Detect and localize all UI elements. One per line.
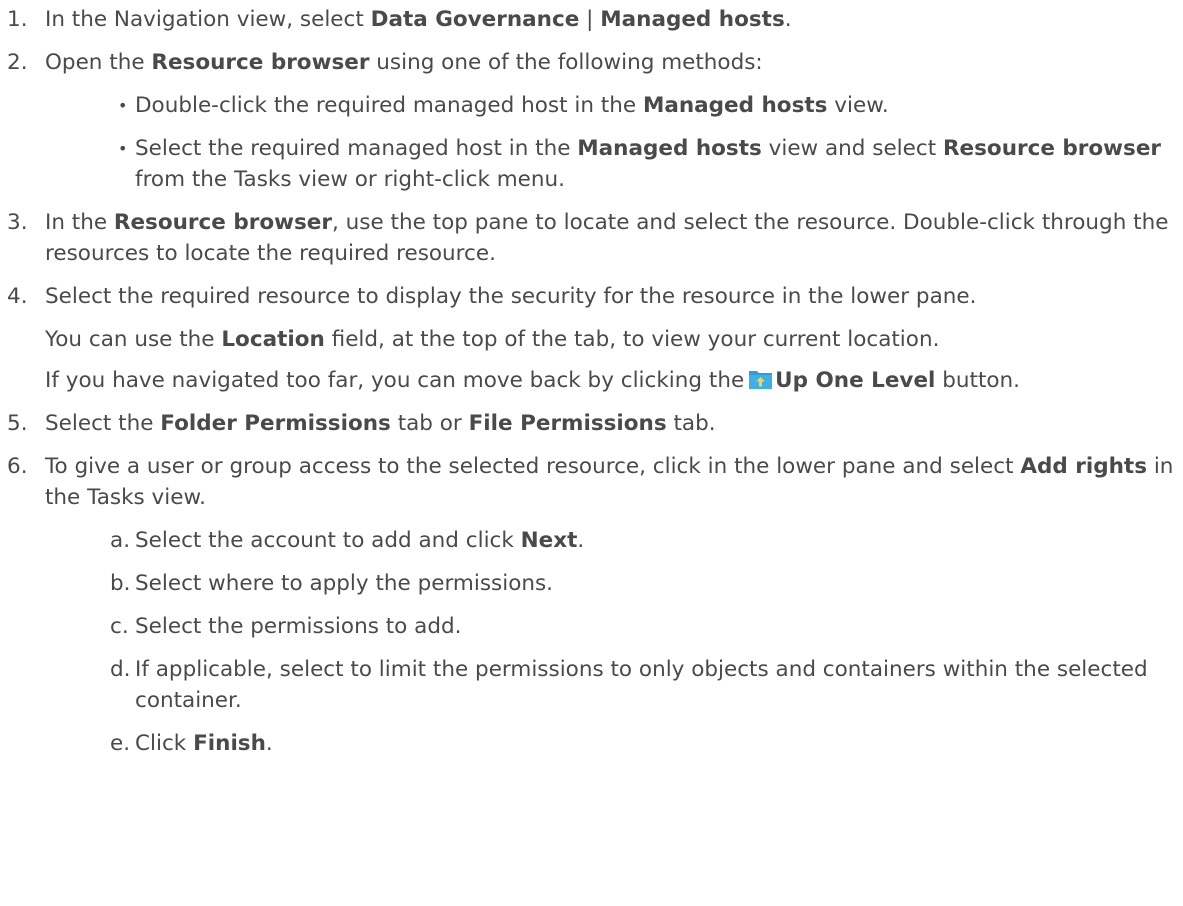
method-text: view and select xyxy=(761,136,943,161)
step-number: 4 xyxy=(7,281,41,312)
substep-b: b Select where to apply the permissions. xyxy=(45,568,1183,599)
substep-text: Select where to apply the permissions. xyxy=(135,571,554,596)
bullet-marker: • xyxy=(118,139,128,158)
note-text: field, at the top of the tab, to view yo… xyxy=(324,327,940,352)
method-text: Select the required managed host in the xyxy=(135,136,578,161)
method-text: view. xyxy=(827,93,889,118)
step-text: In the Navigation view, select xyxy=(45,7,371,32)
substep-c: c Select the permissions to add. xyxy=(45,611,1183,642)
up-one-level-note: If you have navigated too far, you can m… xyxy=(45,365,1183,396)
substep-text: Select the account to add and click xyxy=(135,528,521,553)
step-text: In the xyxy=(45,210,114,235)
note-text: button. xyxy=(935,368,1020,393)
step-text: tab or xyxy=(390,411,469,436)
step-number: 3 xyxy=(7,207,41,238)
substep-text: Click xyxy=(135,731,194,756)
ui-term-location: Location xyxy=(221,327,325,352)
ui-term-file-permissions: File Permissions xyxy=(468,411,667,436)
substep-e: e Click Finish. xyxy=(45,728,1183,759)
folder-up-icon xyxy=(749,371,773,389)
ui-term-next: Next xyxy=(520,528,578,553)
substep-text: Select the permissions to add. xyxy=(135,614,462,639)
substep-letter: d xyxy=(110,654,131,685)
step-3: 3 In the Resource browser, use the top p… xyxy=(0,207,1183,269)
step-text: Open the xyxy=(45,50,152,75)
step-text: tab. xyxy=(666,411,716,436)
ui-term-finish: Finish xyxy=(193,731,266,756)
step-1: 1 In the Navigation view, select Data Go… xyxy=(0,4,1183,35)
step-text-block: Select the required resource to display … xyxy=(45,281,1178,312)
substep-d: d If applicable, select to limit the per… xyxy=(45,654,1183,716)
step-text: To give a user or group access to the se… xyxy=(45,454,1021,479)
ui-term-up-one-level: Up One Level xyxy=(775,368,936,393)
step-text: . xyxy=(784,7,792,32)
step-2: 2 Open the Resource browser using one of… xyxy=(0,47,1183,195)
step-text: using one of the following methods: xyxy=(369,50,763,75)
method-item: • Double-click the required managed host… xyxy=(45,90,1183,121)
method-text: Double-click the required managed host i… xyxy=(135,93,643,118)
method-item: • Select the required managed host in th… xyxy=(45,133,1183,195)
procedure-document: 1 In the Navigation view, select Data Go… xyxy=(0,0,1183,759)
ui-term-resource-browser: Resource browser xyxy=(942,136,1162,161)
note-text: You can use the xyxy=(45,327,222,352)
menu-path-data-governance: Data Governance xyxy=(370,7,580,32)
method-text: from the Tasks view or right-click menu. xyxy=(135,167,565,192)
separator-text: | xyxy=(579,7,601,32)
bullet-marker: • xyxy=(118,96,128,115)
substep-text: . xyxy=(265,731,273,756)
step-number: 5 xyxy=(7,408,41,439)
substep-text: . xyxy=(577,528,585,553)
substep-letter: a xyxy=(110,525,130,556)
ui-term-add-rights: Add rights xyxy=(1020,454,1147,479)
ui-term-managed-hosts: Managed hosts xyxy=(577,136,762,161)
methods-list: • Double-click the required managed host… xyxy=(45,90,1183,195)
step-text: Select the xyxy=(45,411,161,436)
step-number: 6 xyxy=(7,451,41,482)
steps-list: 1 In the Navigation view, select Data Go… xyxy=(0,4,1183,759)
step-number: 1 xyxy=(7,4,41,35)
substep-letter: b xyxy=(110,568,131,599)
step-number: 2 xyxy=(7,47,41,78)
substep-letter: e xyxy=(110,728,130,759)
step-5: 5 Select the Folder Permissions tab or F… xyxy=(0,408,1183,439)
step-4: 4 Select the required resource to displa… xyxy=(0,281,1183,396)
step-text: Select the required resource to display … xyxy=(45,284,977,309)
menu-path-managed-hosts: Managed hosts xyxy=(600,7,785,32)
note-text: If you have navigated too far, you can m… xyxy=(45,368,745,393)
ui-term-resource-browser: Resource browser xyxy=(151,50,370,75)
ui-term-resource-browser: Resource browser xyxy=(113,210,332,235)
substep-letter: c xyxy=(110,611,129,642)
step-6: 6 To give a user or group access to the … xyxy=(0,451,1183,759)
location-note: You can use the Location field, at the t… xyxy=(45,324,1183,355)
substep-text: If applicable, select to limit the permi… xyxy=(135,657,1148,713)
substeps-list: a Select the account to add and click Ne… xyxy=(45,525,1183,759)
ui-term-managed-hosts: Managed hosts xyxy=(642,93,828,118)
ui-term-folder-permissions: Folder Permissions xyxy=(160,411,391,436)
substep-a: a Select the account to add and click Ne… xyxy=(45,525,1183,556)
